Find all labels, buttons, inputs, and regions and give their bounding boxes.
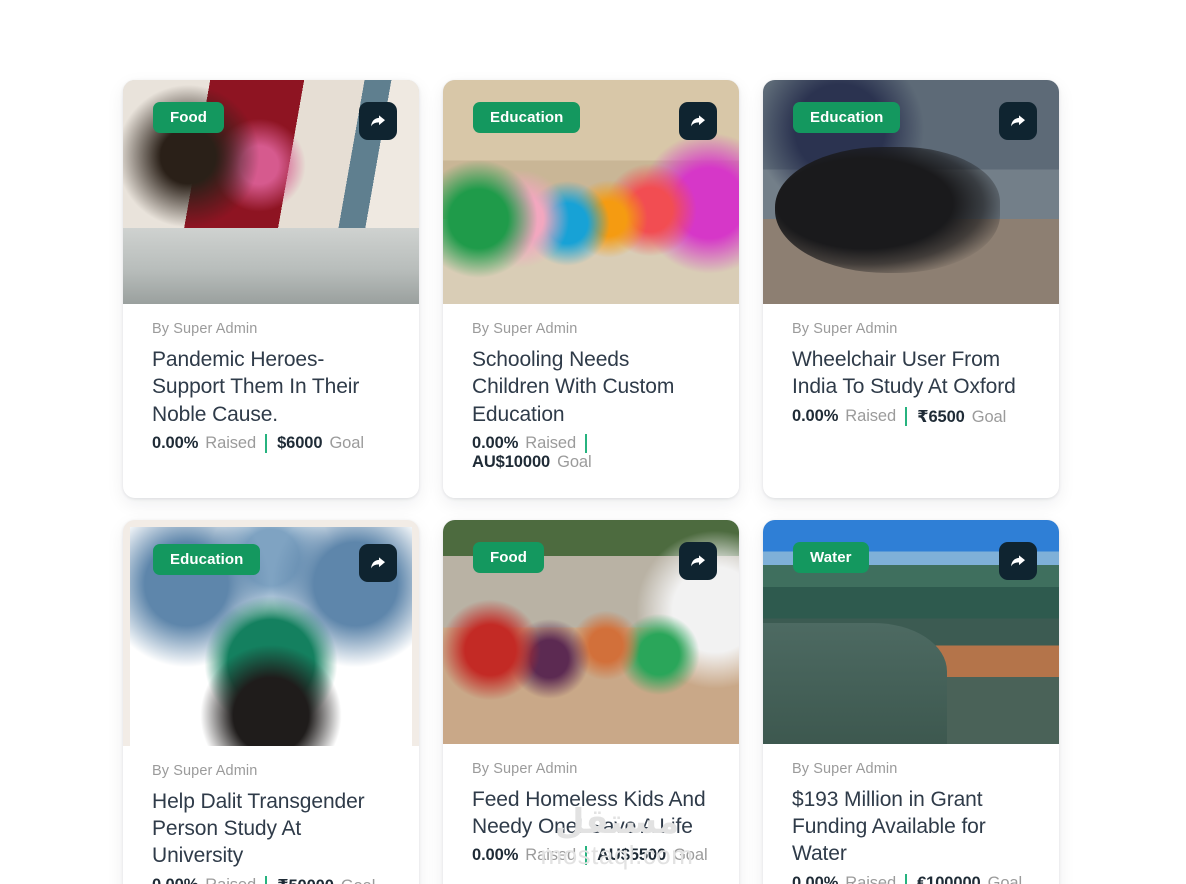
raised-stat: 0.00% Raised xyxy=(472,433,588,453)
category-badge[interactable]: Water xyxy=(793,541,869,573)
campaign-card[interactable]: Education By Super Admin Schooling Needs… xyxy=(443,80,739,498)
campaign-stats: 0.00% Raised ₹6500 Goal xyxy=(792,407,1030,427)
campaign-title[interactable]: Wheelchair User From India To Study At O… xyxy=(792,346,1030,401)
goal-amount: ₹6500 xyxy=(917,407,965,426)
campaign-body: By Super Admin Feed Homeless Kids And Ne… xyxy=(443,743,739,884)
campaign-card[interactable]: Education By Super Admin Help Dalit Tran… xyxy=(123,519,419,884)
goal-amount: €100000 xyxy=(917,873,981,884)
campaign-author: By Super Admin xyxy=(472,760,578,777)
category-badge[interactable]: Education xyxy=(473,102,581,133)
campaign-body: By Super Admin Wheelchair User From Indi… xyxy=(763,304,1059,453)
goal-amount: ₹50000 xyxy=(277,876,334,884)
goal-stat: ₹50000 Goal xyxy=(277,876,375,884)
campaign-body: By Super Admin $193 Million in Grant Fun… xyxy=(763,743,1059,884)
share-button[interactable] xyxy=(359,102,397,140)
category-badge[interactable]: Food xyxy=(153,102,225,133)
campaign-title[interactable]: Pandemic Heroes- Support Them In Their N… xyxy=(152,346,390,428)
campaign-title[interactable]: Schooling Needs Children With Custom Edu… xyxy=(472,346,710,428)
raised-label: Raised xyxy=(205,876,256,884)
campaign-image: Education xyxy=(763,80,1059,304)
campaign-title[interactable]: $193 Million in Grant Funding Available … xyxy=(792,786,1030,868)
raised-percent: 0.00% xyxy=(152,876,198,884)
campaign-card[interactable]: Food By Super Admin Feed Homeless Kids A… xyxy=(443,519,739,884)
goal-amount: $6000 xyxy=(277,433,323,452)
campaign-author: By Super Admin xyxy=(472,321,578,337)
campaign-stats: 0.00% Raised AU$10000 Goal xyxy=(472,433,710,472)
share-arrow-icon xyxy=(1011,115,1025,127)
raised-label: Raised xyxy=(525,433,577,452)
category-badge[interactable]: Education xyxy=(153,543,261,575)
campaign-grid-page: Food By Super Admin Pandemic Heroes- Sup… xyxy=(0,0,1186,884)
raised-percent: 0.00% xyxy=(792,873,839,884)
campaign-body: By Super Admin Pandemic Heroes- Support … xyxy=(123,304,419,479)
goal-stat: €100000 Goal xyxy=(917,874,1022,884)
campaign-image: Education xyxy=(443,80,739,304)
share-arrow-icon xyxy=(371,115,385,127)
raised-stat: 0.00% Raised xyxy=(472,846,588,866)
raised-label: Raised xyxy=(845,407,897,426)
campaign-card[interactable]: Food By Super Admin Pandemic Heroes- Sup… xyxy=(123,80,419,498)
raised-percent: 0.00% xyxy=(152,433,199,452)
campaign-title[interactable]: Feed Homeless Kids And Needy One! Save A… xyxy=(472,786,710,841)
campaign-author: By Super Admin xyxy=(152,762,258,779)
campaign-card-grid: Food By Super Admin Pandemic Heroes- Sup… xyxy=(123,80,1063,884)
raised-percent: 0.00% xyxy=(472,846,519,865)
campaign-card[interactable]: Water By Super Admin $193 Million in Gra… xyxy=(763,519,1059,884)
goal-label: Goal xyxy=(557,452,592,471)
raised-percent: 0.00% xyxy=(472,433,519,452)
category-badge[interactable]: Food xyxy=(473,541,545,573)
campaign-body: By Super Admin Help Dalit Transgender Pe… xyxy=(123,745,419,884)
goal-label: Goal xyxy=(987,873,1023,884)
goal-stat: $6000 Goal xyxy=(277,434,364,453)
goal-stat: AU$10000 Goal xyxy=(472,453,592,472)
goal-stat: AU$5500 Goal xyxy=(597,846,708,865)
campaign-stats: 0.00% Raised €100000 Goal xyxy=(792,873,1030,884)
campaign-body: By Super Admin Schooling Needs Children … xyxy=(443,304,739,498)
campaign-image: Water xyxy=(763,519,1059,744)
goal-label: Goal xyxy=(341,877,376,884)
campaign-image: Food xyxy=(123,80,419,304)
goal-label: Goal xyxy=(329,433,364,452)
raised-stat: 0.00% Raised xyxy=(792,873,908,884)
raised-stat: 0.00% Raised xyxy=(152,433,268,453)
goal-amount: AU$10000 xyxy=(472,452,551,471)
share-arrow-icon xyxy=(1011,555,1025,567)
goal-label: Goal xyxy=(673,846,708,865)
raised-stat: 0.00% Raised xyxy=(152,876,268,884)
goal-label: Goal xyxy=(971,407,1007,426)
raised-stat: 0.00% Raised xyxy=(792,407,908,427)
campaign-author: By Super Admin xyxy=(152,321,258,337)
campaign-image: Food xyxy=(443,519,739,744)
share-arrow-icon xyxy=(691,555,705,567)
campaign-title[interactable]: Help Dalit Transgender Person Study At U… xyxy=(152,788,390,870)
share-button[interactable] xyxy=(999,102,1037,140)
share-button[interactable] xyxy=(679,102,717,140)
campaign-author: By Super Admin xyxy=(792,321,898,337)
share-button[interactable] xyxy=(359,543,397,582)
share-button[interactable] xyxy=(679,541,717,580)
campaign-card[interactable]: Education By Super Admin Wheelchair User… xyxy=(763,80,1059,498)
goal-amount: AU$5500 xyxy=(597,846,667,865)
campaign-stats: 0.00% Raised ₹50000 Goal xyxy=(152,876,390,884)
share-arrow-icon xyxy=(371,557,385,569)
raised-label: Raised xyxy=(845,873,897,884)
category-badge[interactable]: Education xyxy=(793,102,901,133)
campaign-author: By Super Admin xyxy=(792,760,898,777)
raised-label: Raised xyxy=(525,846,577,865)
goal-stat: ₹6500 Goal xyxy=(917,407,1006,427)
raised-label: Raised xyxy=(205,433,257,452)
campaign-image: Education xyxy=(130,526,412,746)
raised-percent: 0.00% xyxy=(792,407,839,426)
campaign-stats: 0.00% Raised AU$5500 Goal xyxy=(472,846,710,866)
share-button[interactable] xyxy=(999,541,1037,580)
share-arrow-icon xyxy=(691,115,705,127)
campaign-stats: 0.00% Raised $6000 Goal xyxy=(152,433,390,453)
